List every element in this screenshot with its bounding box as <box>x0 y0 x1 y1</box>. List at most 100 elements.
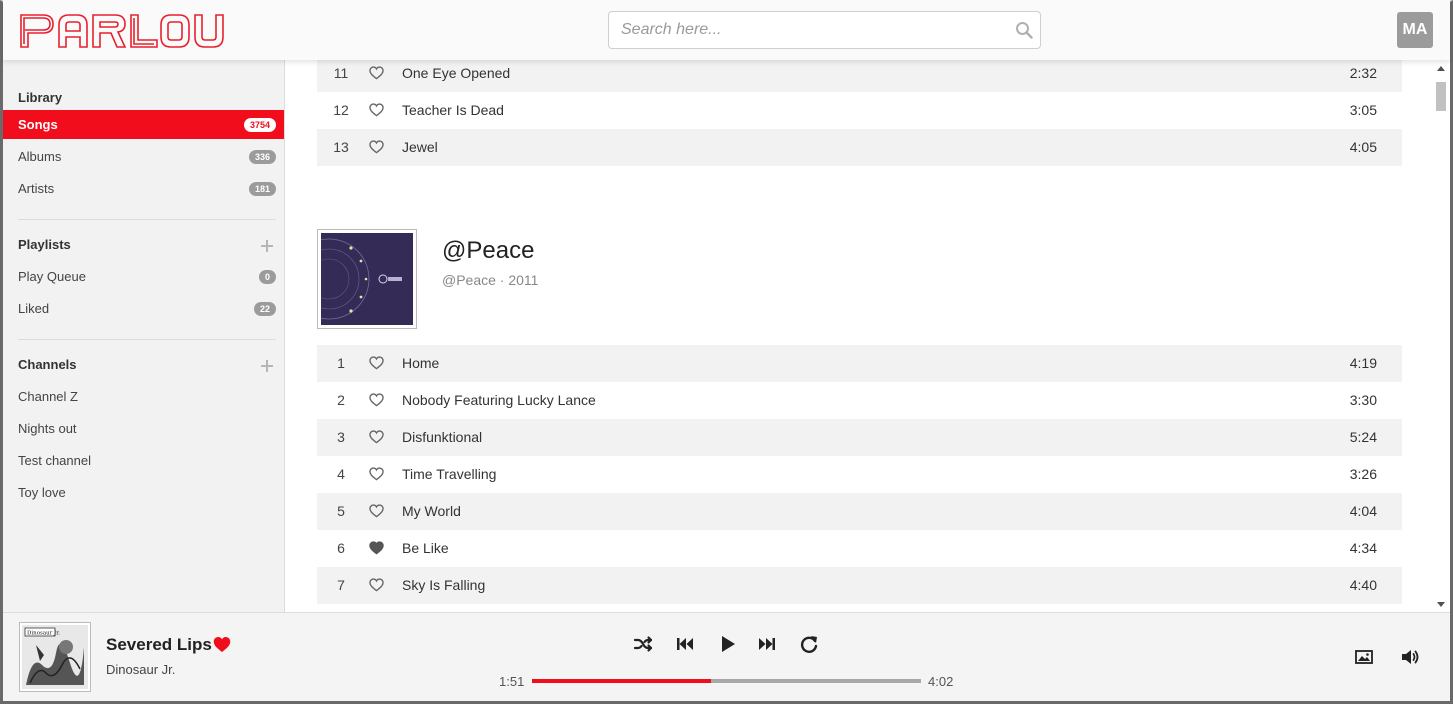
count-badge: 181 <box>248 182 276 196</box>
repeat-icon[interactable] <box>798 633 820 655</box>
track-title: Disfunktional <box>402 429 483 445</box>
sidebar-item-play-queue[interactable]: Play Queue 0 <box>3 262 284 291</box>
track-title: Sky Is Falling <box>402 577 486 593</box>
track-row[interactable]: 13 Jewel 4:05 <box>317 129 1402 166</box>
scroll-up-arrow-icon[interactable] <box>1437 66 1445 71</box>
sidebar-item-albums[interactable]: Albums 336 <box>3 142 284 171</box>
track-row[interactable]: 7 Sky Is Falling 4:40 <box>317 567 1402 604</box>
track-row[interactable]: 6 Be Like 4:34 <box>317 530 1402 567</box>
track-duration: 4:19 <box>1349 355 1377 371</box>
library-section-title: Library <box>18 90 63 105</box>
image-icon[interactable] <box>1354 648 1374 666</box>
progress-bar[interactable] <box>532 679 921 683</box>
channels-section-title: Channels <box>18 357 77 372</box>
track-row[interactable]: 1 Home 4:19 <box>317 345 1402 382</box>
track-row[interactable]: 11 One Eye Opened 2:32 <box>317 60 1402 92</box>
track-row[interactable]: 12 Teacher Is Dead 3:05 <box>317 92 1402 129</box>
track-title: Home <box>402 355 440 371</box>
track-duration: 5:24 <box>1349 429 1377 445</box>
user-avatar[interactable]: MA <box>1397 12 1433 48</box>
scrollbar-thumb[interactable] <box>1436 82 1446 111</box>
sidebar-item-artists[interactable]: Artists 181 <box>3 174 284 203</box>
track-title: Be Like <box>402 540 449 556</box>
count-badge: 0 <box>258 270 276 284</box>
total-time: 4:02 <box>928 674 954 689</box>
shuffle-icon[interactable] <box>632 633 654 655</box>
track-row[interactable]: 4 Time Travelling 3:26 <box>317 456 1402 493</box>
heart-outline-icon[interactable] <box>369 66 384 80</box>
heart-outline-icon[interactable] <box>369 356 384 370</box>
sidebar-item-label: Play Queue <box>18 269 86 284</box>
heart-outline-icon[interactable] <box>369 393 384 407</box>
album-meta: @Peace · 2011 <box>442 272 539 288</box>
vertical-scrollbar[interactable] <box>1433 60 1450 612</box>
search-icon[interactable] <box>1015 21 1033 39</box>
player-bar: Dinosaur Jr. Severed Lips Dinosaur Jr. 1… <box>3 612 1450 701</box>
track-duration: 4:34 <box>1349 540 1377 556</box>
track-row[interactable]: 2 Nobody Featuring Lucky Lance 3:30 <box>317 382 1402 419</box>
sidebar-item-label: Artists <box>18 181 55 196</box>
search-box[interactable] <box>608 11 1041 49</box>
heart-filled-icon[interactable] <box>213 636 231 653</box>
heart-outline-icon[interactable] <box>369 103 384 117</box>
next-track-icon[interactable] <box>756 633 778 655</box>
sidebar-item-label: Nights out <box>18 421 77 436</box>
heart-outline-icon[interactable] <box>369 504 384 518</box>
track-title: Time Travelling <box>402 466 497 482</box>
sidebar-item-toy-love[interactable]: Toy love <box>3 478 284 507</box>
now-playing-cover[interactable]: Dinosaur Jr. <box>19 622 91 692</box>
sidebar-item-songs[interactable]: Songs 3754 <box>3 110 284 139</box>
now-playing-art-image: Dinosaur Jr. <box>22 625 88 689</box>
track-duration: 4:05 <box>1349 139 1377 155</box>
playlists-section-title: Playlists <box>18 237 71 252</box>
count-badge: 3754 <box>243 118 276 132</box>
sidebar-item-liked[interactable]: Liked 22 <box>3 294 284 323</box>
track-title: Nobody Featuring Lucky Lance <box>402 392 596 408</box>
sidebar-item-label: Albums <box>18 149 62 164</box>
heart-outline-icon[interactable] <box>369 430 384 444</box>
track-row[interactable]: 5 My World 4:04 <box>317 493 1402 530</box>
sidebar-item-label: Channel Z <box>18 389 78 404</box>
track-title: Teacher Is Dead <box>402 102 504 118</box>
search-input[interactable] <box>609 12 1009 48</box>
song-list: 11 One Eye Opened 2:32 12 Teacher Is Dea… <box>286 60 1433 612</box>
track-number: 13 <box>333 139 349 155</box>
album-title[interactable]: @Peace <box>442 237 534 265</box>
track-number: 3 <box>337 429 345 445</box>
heart-outline-icon[interactable] <box>369 578 384 592</box>
add-playlist-icon[interactable] <box>260 239 274 253</box>
sidebar-item-nights-out[interactable]: Nights out <box>3 414 284 443</box>
track-number: 1 <box>337 355 345 371</box>
count-badge: 22 <box>253 302 276 316</box>
track-duration: 4:04 <box>1349 503 1377 519</box>
volume-icon[interactable] <box>1400 648 1420 666</box>
sidebar-item-channel-z[interactable]: Channel Z <box>3 382 284 411</box>
track-duration: 4:40 <box>1349 577 1377 593</box>
track-number: 4 <box>337 466 345 482</box>
track-duration: 3:30 <box>1349 392 1377 408</box>
heart-filled-icon[interactable] <box>369 541 384 555</box>
divider <box>18 219 276 220</box>
track-number: 2 <box>337 392 345 408</box>
elapsed-time: 1:51 <box>499 674 525 689</box>
progress-fill <box>532 679 711 683</box>
sidebar-item-test-channel[interactable]: Test channel <box>3 446 284 475</box>
now-playing-title[interactable]: Severed Lips <box>106 635 212 655</box>
divider <box>18 339 276 340</box>
track-number: 7 <box>337 577 345 593</box>
add-channel-icon[interactable] <box>260 359 274 373</box>
previous-track-icon[interactable] <box>674 633 696 655</box>
track-title: My World <box>402 503 461 519</box>
track-row[interactable]: 3 Disfunktional 5:24 <box>317 419 1402 456</box>
play-icon[interactable] <box>716 633 738 655</box>
parlour-logo[interactable] <box>19 13 231 49</box>
track-number: 12 <box>333 102 349 118</box>
scroll-down-arrow-icon[interactable] <box>1437 602 1445 607</box>
heart-outline-icon[interactable] <box>369 140 384 154</box>
album-cover[interactable] <box>288 229 417 329</box>
sidebar-item-label: Liked <box>18 301 50 316</box>
now-playing-artist[interactable]: Dinosaur Jr. <box>106 662 175 677</box>
count-badge: 336 <box>248 150 276 164</box>
track-duration: 3:26 <box>1349 466 1377 482</box>
heart-outline-icon[interactable] <box>369 467 384 481</box>
